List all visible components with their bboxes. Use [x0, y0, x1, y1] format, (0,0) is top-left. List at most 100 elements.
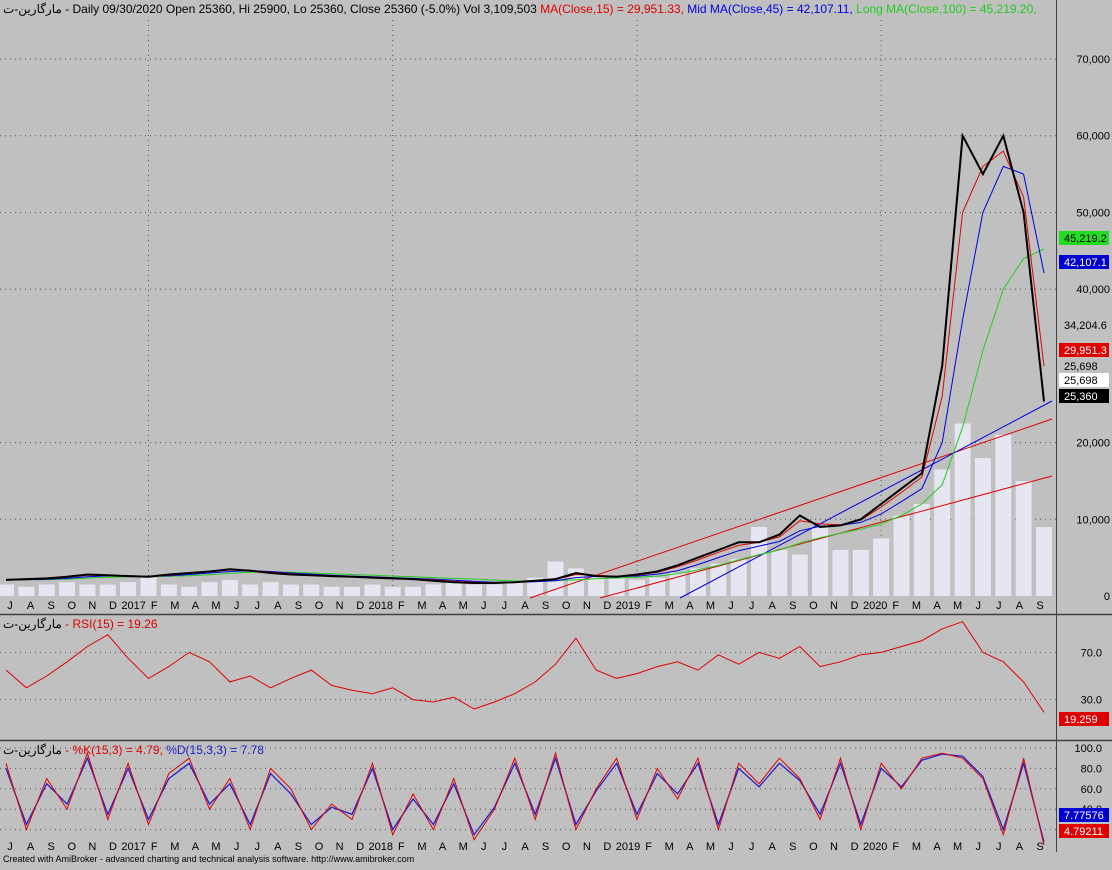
- x-tick-label: M: [665, 841, 674, 853]
- x-tick-label: D: [356, 841, 364, 853]
- x-tick-label: M: [665, 600, 674, 612]
- badge-level-a: 34,204.6: [1064, 320, 1107, 332]
- volume-bar: [59, 582, 76, 596]
- volume-bar: [669, 573, 686, 596]
- x-tick-label: M: [459, 600, 468, 612]
- x-tick-label: S: [789, 600, 796, 612]
- volume-bar: [791, 554, 808, 596]
- x-tick-label: J: [996, 841, 1002, 853]
- x-tick-label: S: [789, 841, 796, 853]
- x-tick-label: M: [953, 841, 962, 853]
- volume-bar: [832, 550, 849, 596]
- x-tick-label: J: [975, 841, 981, 853]
- x-tick-label: O: [315, 600, 324, 612]
- volume-bar: [282, 584, 299, 596]
- x-tick-label: O: [68, 841, 77, 853]
- x-tick-label: O: [68, 600, 77, 612]
- chart-svg: 70,000 60,000 50,000 40,000 20,000 10,000 0 70.…: [0, 0, 1112, 865]
- x-tick-label: M: [912, 841, 921, 853]
- y-tick-label: 60,000: [1076, 131, 1110, 143]
- y-tick-label: 70.0: [1081, 647, 1102, 659]
- footer-credit: Created with AmiBroker - advanced charti…: [3, 854, 414, 864]
- volume-bar: [38, 584, 55, 596]
- x-tick-label: A: [192, 841, 200, 853]
- volume-bar: [323, 586, 340, 596]
- x-tick-label: F: [892, 600, 899, 612]
- x-tick-label: J: [728, 841, 734, 853]
- y-tick-label: 60.0: [1081, 784, 1102, 796]
- badge-close: 25,360: [1064, 391, 1098, 403]
- volume-bar: [140, 577, 157, 596]
- volume-bar: [710, 563, 727, 596]
- x-tick-label: 2018: [369, 841, 393, 853]
- x-tick-label: A: [27, 600, 35, 612]
- x-tick-label: 2020: [863, 841, 887, 853]
- y-tick-label: 70,000: [1076, 54, 1110, 66]
- x-tick-label: N: [583, 841, 591, 853]
- x-tick-label: S: [48, 600, 55, 612]
- chart-window: 70,000 60,000 50,000 40,000 20,000 10,000 0 70.…: [0, 0, 1112, 865]
- volume-bar: [242, 584, 259, 596]
- x-tick-label: D: [603, 841, 611, 853]
- x-tick-label: A: [439, 600, 447, 612]
- volume-bar: [852, 550, 869, 596]
- badge-mid-ma: 42,107.1: [1064, 257, 1107, 269]
- x-tick-label: S: [1036, 600, 1043, 612]
- x-tick-label: J: [254, 841, 260, 853]
- volume-bar: [79, 584, 96, 596]
- rsi-title: مارگارین-ت - RSI(15) = 19.26: [3, 617, 158, 631]
- volume-bar: [303, 584, 320, 596]
- x-tick-label: A: [933, 841, 941, 853]
- volume-bar: [425, 584, 442, 596]
- x-tick-label: S: [295, 841, 302, 853]
- x-tick-label: M: [706, 600, 715, 612]
- badge-stoch-d: 7.77576: [1064, 810, 1104, 822]
- volume-bar: [730, 559, 747, 596]
- x-tick-label: O: [315, 841, 324, 853]
- x-tick-label: D: [851, 841, 859, 853]
- x-tick-label: N: [336, 600, 344, 612]
- x-tick-label: J: [481, 600, 487, 612]
- x-tick-label: M: [211, 841, 220, 853]
- x-tick-label: N: [88, 600, 96, 612]
- volume-bar: [771, 550, 788, 596]
- x-tick-label: J: [749, 841, 755, 853]
- x-tick-label: J: [728, 600, 734, 612]
- x-tick-label: A: [686, 841, 694, 853]
- volume-bar: [160, 584, 177, 596]
- x-tick-label: J: [996, 600, 1002, 612]
- volume-bar: [893, 515, 910, 596]
- x-tick-label: 2019: [616, 841, 640, 853]
- x-tick-label: J: [502, 600, 508, 612]
- y-tick-label: 10,000: [1076, 514, 1110, 526]
- x-tick-label: D: [851, 600, 859, 612]
- x-tick-label: S: [295, 600, 302, 612]
- y-tick-label: 80.0: [1081, 763, 1102, 775]
- x-tick-label: S: [542, 841, 549, 853]
- badge-stoch-k: 4.79211: [1064, 826, 1103, 838]
- x-tick-label: N: [830, 600, 838, 612]
- x-tick-label: J: [749, 600, 755, 612]
- stoch-title: مارگارین-ت - %K(15,3) = 4.79, %D(15,3,3)…: [3, 743, 264, 757]
- x-tick-label: F: [892, 841, 899, 853]
- x-tick-label: O: [809, 600, 818, 612]
- x-tick-label: A: [686, 600, 694, 612]
- x-tick-label: 2018: [369, 600, 393, 612]
- rsi-pane[interactable]: [0, 616, 1056, 740]
- x-tick-label: A: [1016, 600, 1024, 612]
- badge-long-ma: 45,219.2: [1064, 233, 1107, 245]
- x-tick-label: M: [953, 600, 962, 612]
- x-tick-label: A: [274, 841, 282, 853]
- y-tick-label: 0: [1104, 591, 1110, 603]
- x-tick-label: 2019: [616, 600, 640, 612]
- volume-bar: [1015, 481, 1032, 596]
- x-tick-label: F: [398, 841, 405, 853]
- x-tick-label: J: [481, 841, 487, 853]
- x-tick-label: A: [769, 600, 777, 612]
- volume-bar: [120, 582, 137, 596]
- x-tick-label: J: [975, 600, 981, 612]
- badge-level-c: 25,698: [1064, 375, 1098, 387]
- x-tick-label: D: [109, 600, 117, 612]
- badge-rsi: 19.259: [1064, 714, 1098, 726]
- x-tick-label: O: [809, 841, 818, 853]
